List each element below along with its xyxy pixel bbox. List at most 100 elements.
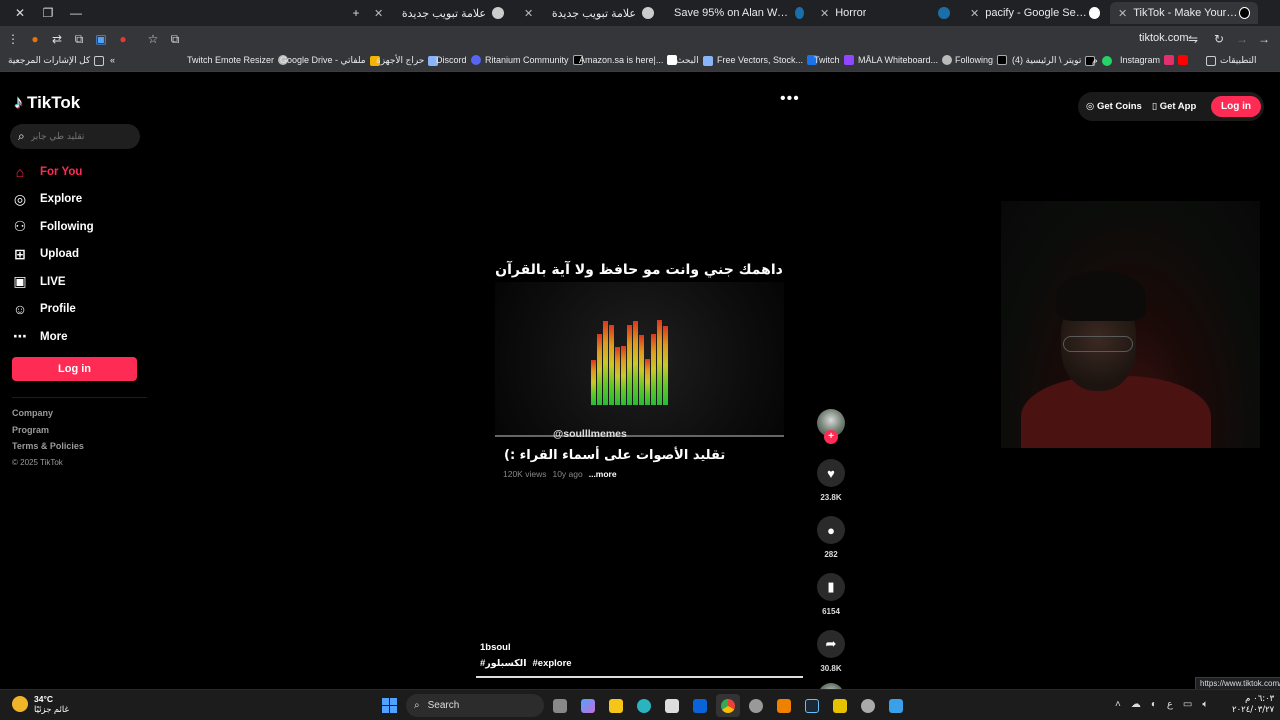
close-tab-icon[interactable]: ✕ — [524, 7, 533, 20]
tab[interactable]: ✕ علامة تبويب جديدة — [516, 2, 662, 24]
minimize-window-icon[interactable]: — — [62, 1, 90, 25]
close-tab-icon[interactable]: ✕ — [374, 7, 383, 20]
extension-icon[interactable]: ● — [112, 28, 134, 50]
header-login-button[interactable]: Log in — [1211, 96, 1261, 117]
more-options-icon[interactable]: ••• — [780, 90, 800, 108]
footer-link-company[interactable]: Company — [12, 408, 84, 425]
nav-item-live[interactable]: ▣ LIVE — [12, 268, 94, 296]
share-action[interactable]: ➦ 30.8K — [815, 630, 847, 673]
nav-item-more[interactable]: ⋯ More — [12, 323, 94, 351]
bookmark[interactable]: م — [1092, 55, 1112, 66]
heart-icon[interactable]: ♥ — [817, 459, 845, 487]
reload-icon[interactable]: ↻ — [1208, 28, 1230, 50]
settings-icon[interactable] — [856, 694, 880, 717]
save-action[interactable]: ▮ 6154 — [815, 573, 847, 616]
like-action[interactable]: ♥ 23.8K — [815, 459, 847, 502]
bookmark[interactable]: Instagram — [1120, 55, 1189, 65]
bookmark[interactable]: Twitch Emote Resizer — [187, 55, 289, 65]
extension-icon[interactable]: ● — [24, 28, 46, 50]
get-app-button[interactable]: ▯ Get App — [1152, 101, 1196, 112]
extensions-puzzle-icon[interactable]: ⧉ — [68, 28, 90, 50]
forward-icon[interactable]: → — [1231, 28, 1253, 50]
tab[interactable]: Save 95% on Alan Wake on Ste — [666, 2, 812, 24]
video-frame[interactable] — [495, 282, 784, 437]
windows-start-icon[interactable] — [382, 698, 397, 713]
nav-item-explore[interactable]: ◎ Explore — [12, 186, 94, 214]
close-window-icon[interactable]: ✕ — [6, 1, 34, 25]
back-icon[interactable]: → — [1253, 28, 1275, 50]
network-icon[interactable]: ▭ — [1183, 699, 1192, 710]
footer-link-terms[interactable]: Terms & Policies — [12, 441, 84, 458]
sidebar-login-button[interactable]: Log in — [12, 357, 137, 381]
tray-app-icon[interactable]: ◐ — [1151, 699, 1157, 710]
bookmark[interactable]: Google Drive - ملفاتي — [280, 55, 380, 66]
steam-icon[interactable] — [800, 694, 824, 717]
edge-icon[interactable] — [632, 694, 656, 717]
site-settings-icon[interactable]: ⇋ — [1182, 28, 1204, 50]
store-icon[interactable] — [660, 694, 684, 717]
nav-item-following[interactable]: ⚇ Following — [12, 213, 94, 241]
bookmark-all[interactable]: كل الإشارات المرجعية — [8, 55, 105, 66]
task-view-icon[interactable] — [548, 694, 572, 717]
bookmark[interactable]: Discord — [436, 55, 481, 65]
tab-active[interactable]: ✕ TikTok - Make Your Day — [1110, 2, 1258, 24]
bookmark-icon[interactable]: ▮ — [817, 573, 845, 601]
video-more-link[interactable]: ...more — [589, 469, 617, 479]
video-progress-bar[interactable] — [476, 676, 803, 678]
extension-icon[interactable]: ▣ — [90, 28, 112, 50]
outlook-icon[interactable] — [688, 694, 712, 717]
chevron-up-icon[interactable]: ˄ — [1115, 699, 1121, 710]
nav-item-profile[interactable]: ☺ Profile — [12, 296, 94, 324]
taskbar-clock[interactable]: ٠٦:٠٣ م ٢٠٢٤/٠٣/٢٧ — [1232, 694, 1274, 716]
taskbar-search[interactable]: ⌕ Search — [406, 694, 544, 717]
bookmark[interactable]: Twitch — [814, 55, 854, 65]
bookmark[interactable]: البحث — [676, 55, 713, 66]
app-icon[interactable] — [884, 694, 908, 717]
app-icon[interactable] — [828, 694, 852, 717]
bookmark[interactable]: Amazon.sa is here|... — [579, 55, 678, 65]
tiktok-logo[interactable]: ♪ TikTok — [14, 92, 80, 113]
close-tab-icon[interactable]: ✕ — [970, 7, 979, 20]
tab[interactable]: ✕ Horror — [812, 2, 958, 24]
tab[interactable]: ✕ علامة تبويب جديدة — [366, 2, 512, 24]
hashtag[interactable]: #الكسبلور — [480, 658, 527, 669]
bookmark-apps[interactable]: التطبيقات — [1206, 55, 1257, 66]
extension-icon[interactable]: ⇄ — [46, 28, 68, 50]
nav-item-for-you[interactable]: ⌂ For You — [12, 158, 94, 186]
vlc-icon[interactable] — [772, 694, 796, 717]
bookmark[interactable]: Ritanium Community — [485, 55, 583, 65]
input-language[interactable]: ع — [1167, 699, 1173, 710]
bookmark[interactable]: (4) تويتر \ الرئيسية — [1012, 55, 1096, 66]
footer-link-program[interactable]: Program — [12, 425, 84, 442]
follow-plus-icon[interactable]: + — [824, 430, 838, 444]
bookmark-star-icon[interactable]: ☆ — [142, 28, 164, 50]
share-icon[interactable]: ➦ — [817, 630, 845, 658]
nav-item-upload[interactable]: ⊞ Upload — [12, 241, 94, 269]
search-input[interactable] — [30, 131, 121, 142]
copilot-icon[interactable] — [576, 694, 600, 717]
tray-app-icon[interactable]: ☁ — [1131, 699, 1141, 710]
tab[interactable]: ✕ pacify - Google Search — [962, 2, 1108, 24]
close-tab-icon[interactable]: ✕ — [1118, 7, 1127, 20]
close-tab-icon[interactable]: ✕ — [820, 7, 829, 20]
file-explorer-icon[interactable] — [604, 694, 628, 717]
comment-action[interactable]: ● 282 — [815, 516, 847, 559]
bookmark[interactable]: Free Vectors, Stock... — [717, 55, 818, 65]
chrome-icon[interactable] — [716, 694, 740, 717]
creator-avatar[interactable]: + — [817, 409, 845, 444]
site-info-icon[interactable]: ⧉ — [164, 28, 186, 50]
comment-icon[interactable]: ● — [817, 516, 845, 544]
get-coins-button[interactable]: ◎ Get Coins — [1086, 101, 1142, 112]
volume-icon[interactable]: 🔈︎ — [1202, 699, 1208, 710]
menu-dots-icon[interactable]: ⋮ — [2, 28, 24, 50]
app-icon[interactable] — [744, 694, 768, 717]
hashtag[interactable]: #explore — [533, 658, 572, 669]
search-bar[interactable]: ⌕ — [10, 124, 140, 149]
bookmark[interactable]: Following — [955, 55, 1008, 65]
restore-window-icon[interactable]: ❐ — [34, 1, 62, 25]
weather-widget[interactable]: 34°C غائم جزئيًا — [12, 694, 69, 714]
video-author[interactable]: 1bsoul — [480, 642, 511, 653]
bookmark[interactable]: MÅLA Whiteboard... — [858, 55, 953, 65]
chevron-left-icon[interactable]: « — [110, 55, 115, 65]
new-tab-button[interactable]: + — [345, 2, 367, 24]
